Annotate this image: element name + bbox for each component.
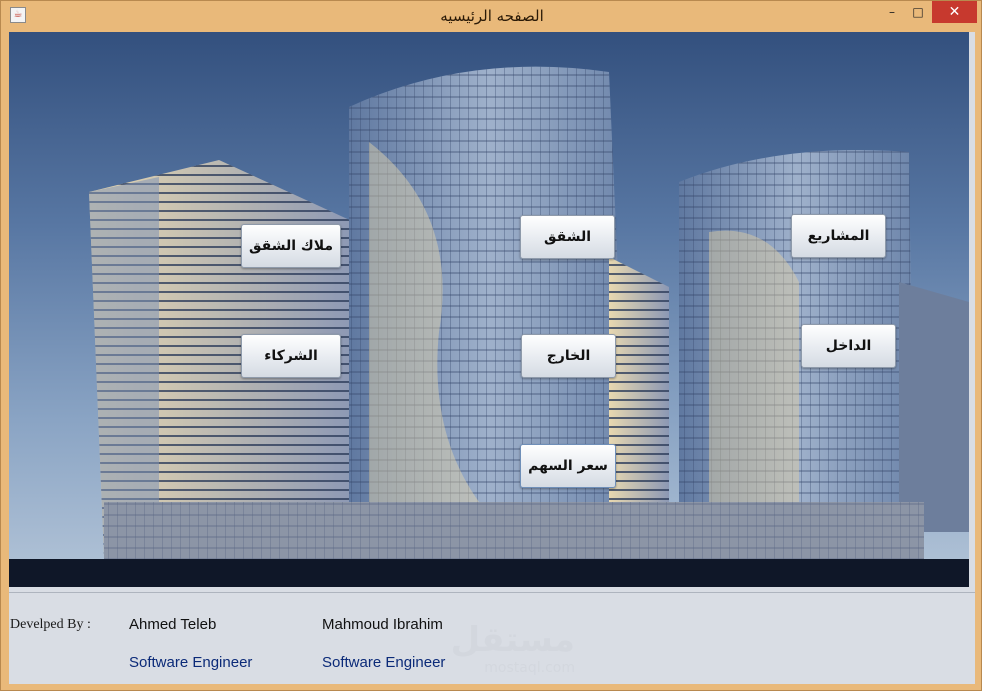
ground-strip [9, 559, 969, 587]
buildings-illustration [89, 66, 969, 559]
projects-button[interactable]: المشاريع [791, 214, 886, 258]
developer-name: Ahmed Teleb [129, 616, 217, 633]
partners-button[interactable]: الشركاء [241, 334, 341, 378]
buildings-background-image: ملاك الشقق الشقق المشاريع الشركاء الخارج… [9, 32, 969, 587]
minimize-button[interactable]: – [881, 1, 903, 23]
window-title: الصفحه الرئيسيه [440, 7, 544, 25]
watermark-domain: mostaql.com [484, 660, 575, 676]
share-price-button[interactable]: سعر السهم [520, 444, 616, 488]
maximize-button[interactable]: □ [907, 1, 929, 23]
developer-role: Software Engineer [322, 654, 446, 671]
developed-by-label: Develped By : [10, 617, 91, 632]
apartments-button[interactable]: الشقق [520, 215, 615, 259]
outside-button[interactable]: الخارج [521, 334, 616, 378]
watermark-logo-text: مستقل [450, 620, 575, 660]
close-button[interactable]: ✕ [932, 1, 977, 23]
title-bar[interactable]: ☕ الصفحه الرئيسيه – □ ✕ [1, 1, 982, 31]
developer-name: Mahmoud Ibrahim [322, 616, 443, 633]
apartment-owners-button[interactable]: ملاك الشقق [241, 224, 341, 268]
client-area: ملاك الشقق الشقق المشاريع الشركاء الخارج… [9, 32, 975, 684]
mostaql-watermark: مستقل mostaql.com [435, 620, 575, 690]
inside-button[interactable]: الداخل [801, 324, 896, 368]
main-window: ☕ الصفحه الرئيسيه – □ ✕ ملاك الشقق الشقق… [0, 0, 982, 691]
developer-role: Software Engineer [129, 654, 253, 671]
footer-divider [9, 592, 975, 593]
